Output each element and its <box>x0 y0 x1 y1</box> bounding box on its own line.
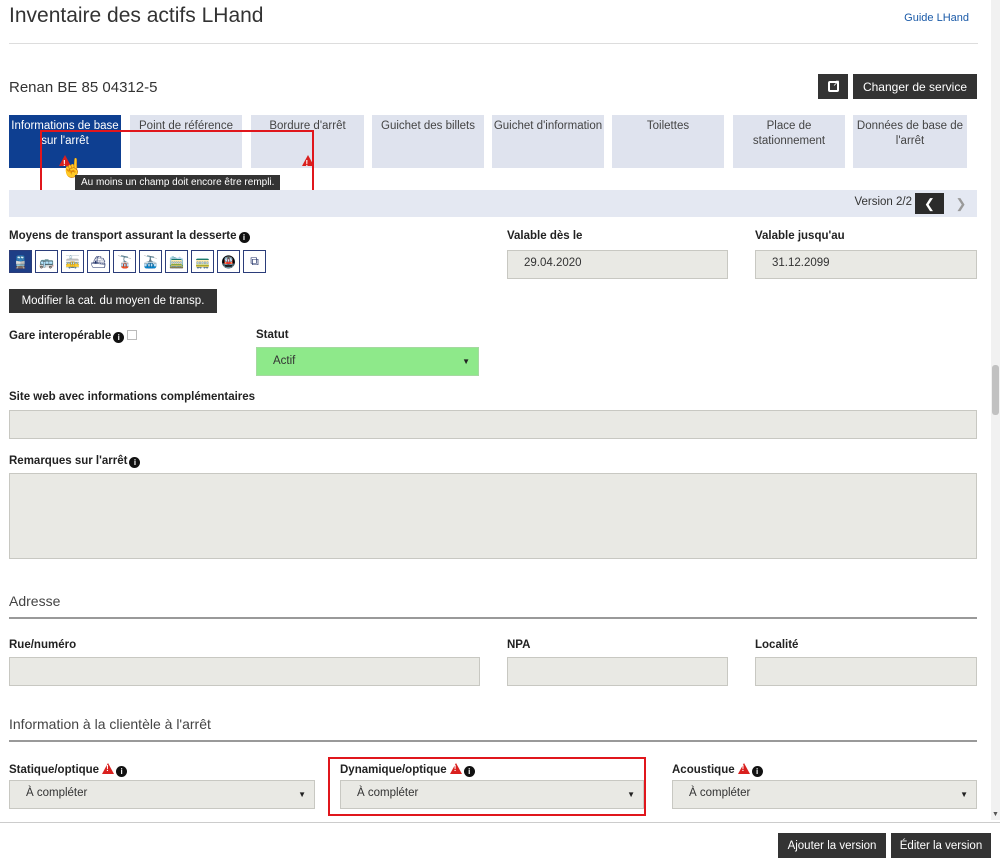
tooltip: Au moins un champ doit encore être rempl… <box>75 175 281 190</box>
tab-label: Place de <box>766 120 812 132</box>
valid-to-field[interactable]: 31.12.2099 <box>755 250 977 279</box>
remarks-label: Remarques sur l'arrêt i <box>9 455 141 468</box>
tab-label-line2: stationnement <box>752 135 826 147</box>
address-divider <box>9 617 977 619</box>
stop-name: Renan BE 85 04312-5 <box>9 79 158 96</box>
customer-info-divider <box>9 740 977 742</box>
tram-icon[interactable]: 🚋 <box>61 250 84 273</box>
customer-info-section-title: Information à la clientèle à l'arrêt <box>9 716 211 732</box>
chevron-right-icon: ❯ <box>955 195 967 211</box>
valid-from-label: Valable dès le <box>507 230 583 242</box>
highlight-box-dynamic <box>328 757 646 816</box>
modify-transport-button[interactable]: Modifier la cat. du moyen de transp. <box>9 289 217 313</box>
info-icon[interactable]: i <box>116 766 128 777</box>
remarks-textarea[interactable] <box>9 473 977 559</box>
static-optical-label-text: Statique/optique <box>9 764 100 776</box>
website-label: Site web avec informations complémentair… <box>9 391 256 403</box>
version-label: Version 2/2 <box>854 196 912 208</box>
tab-toilets[interactable]: Toilettes <box>612 115 724 168</box>
add-version-button[interactable]: Ajouter la version <box>778 833 886 858</box>
tab-label-line2: l'arrêt <box>895 135 925 147</box>
remarks-label-text: Remarques sur l'arrêt <box>9 455 128 467</box>
static-optical-value: À compléter <box>26 787 88 799</box>
edit-version-button[interactable]: Éditer la version <box>891 833 991 858</box>
info-icon[interactable]: i <box>238 232 250 243</box>
boat-icon[interactable]: ⛴ <box>87 250 110 273</box>
transport-icons: 🚆 🚌 🚋 ⛴ 🚡 🚠 🚞 🚃 🚇 ⧉ <box>9 250 266 273</box>
transport-label: Moyens de transport assurant la desserte… <box>9 230 250 243</box>
guide-link[interactable]: Guide LHand <box>904 12 969 24</box>
cable-car-icon[interactable]: 🚡 <box>113 250 136 273</box>
warning-icon <box>102 763 115 774</box>
header-divider <box>9 43 978 44</box>
change-service-button[interactable]: Changer de service <box>853 74 977 99</box>
next-version-button[interactable]: ❯ <box>949 193 973 214</box>
info-icon[interactable]: i <box>113 332 125 343</box>
street-label: Rue/numéro <box>9 639 77 651</box>
acoustic-label-text: Acoustique <box>672 764 735 776</box>
scroll-down-icon[interactable]: ▼ <box>992 811 999 818</box>
tab-label: Données de base de <box>856 120 964 132</box>
acoustic-label: Acoustique i <box>672 763 763 777</box>
share-icon: ↗ <box>827 79 840 92</box>
rack-railway-icon[interactable]: 🚞 <box>165 250 188 273</box>
funicular-icon[interactable]: 🚃 <box>191 250 214 273</box>
train-icon[interactable]: 🚆 <box>9 250 32 273</box>
acoustic-value: À compléter <box>689 787 751 799</box>
bus-icon[interactable]: 🚌 <box>35 250 58 273</box>
tab-label: Toilettes <box>646 120 690 132</box>
info-icon[interactable]: i <box>751 766 763 777</box>
npa-field[interactable] <box>507 657 728 686</box>
valid-to-label: Valable jusqu'au <box>755 230 845 242</box>
npa-label: NPA <box>507 639 531 651</box>
metro-icon[interactable]: 🚇 <box>217 250 240 273</box>
caret-down-icon: ▼ <box>298 790 306 799</box>
acoustic-select[interactable]: À compléter ▼ <box>672 780 977 809</box>
interop-checkbox[interactable] <box>127 330 138 340</box>
static-optical-select[interactable]: À compléter ▼ <box>9 780 315 809</box>
tab-label: Guichet des billets <box>381 120 475 132</box>
locality-label: Localité <box>755 639 799 651</box>
interop-label-text: Gare interopérable <box>9 330 112 342</box>
tab-stop-master-data[interactable]: Données de base de l'arrêt <box>853 115 967 168</box>
elevator-icon[interactable]: ⧉ <box>243 250 266 273</box>
tab-ticket-counter[interactable]: Guichet des billets <box>372 115 484 168</box>
static-optical-label: Statique/optique i <box>9 763 128 777</box>
status-value: Actif <box>273 355 296 367</box>
version-bar: Version 2/2 ❮ ❯ <box>9 190 977 217</box>
scroll-thumb[interactable] <box>992 365 999 415</box>
status-select[interactable]: Actif ▼ <box>256 347 479 376</box>
tab-info-counter[interactable]: Guichet d'information <box>492 115 604 168</box>
transport-label-text: Moyens de transport assurant la desserte <box>9 230 237 242</box>
caret-down-icon: ▼ <box>462 357 470 366</box>
street-field[interactable] <box>9 657 480 686</box>
interop-label: Gare interopérable i <box>9 330 138 343</box>
locality-field[interactable] <box>755 657 977 686</box>
address-section-title: Adresse <box>9 593 61 609</box>
info-icon[interactable]: i <box>129 457 141 468</box>
chevron-left-icon: ❮ <box>924 195 935 211</box>
share-button[interactable]: ↗ <box>818 74 848 99</box>
app-title: Inventaire des actifs LHand <box>9 4 264 27</box>
valid-from-field[interactable]: 29.04.2020 <box>507 250 728 279</box>
tab-label: Guichet d'information <box>493 120 603 132</box>
tab-parking[interactable]: Place de stationnement <box>733 115 845 168</box>
website-field[interactable] <box>9 410 977 439</box>
footer-divider <box>0 822 1000 823</box>
vertical-scrollbar[interactable]: ▼ <box>991 0 1000 820</box>
warning-icon <box>737 763 750 774</box>
status-label: Statut <box>256 329 289 341</box>
previous-version-button[interactable]: ❮ <box>915 193 944 214</box>
caret-down-icon: ▼ <box>960 790 968 799</box>
chairlift-icon[interactable]: 🚠 <box>139 250 162 273</box>
